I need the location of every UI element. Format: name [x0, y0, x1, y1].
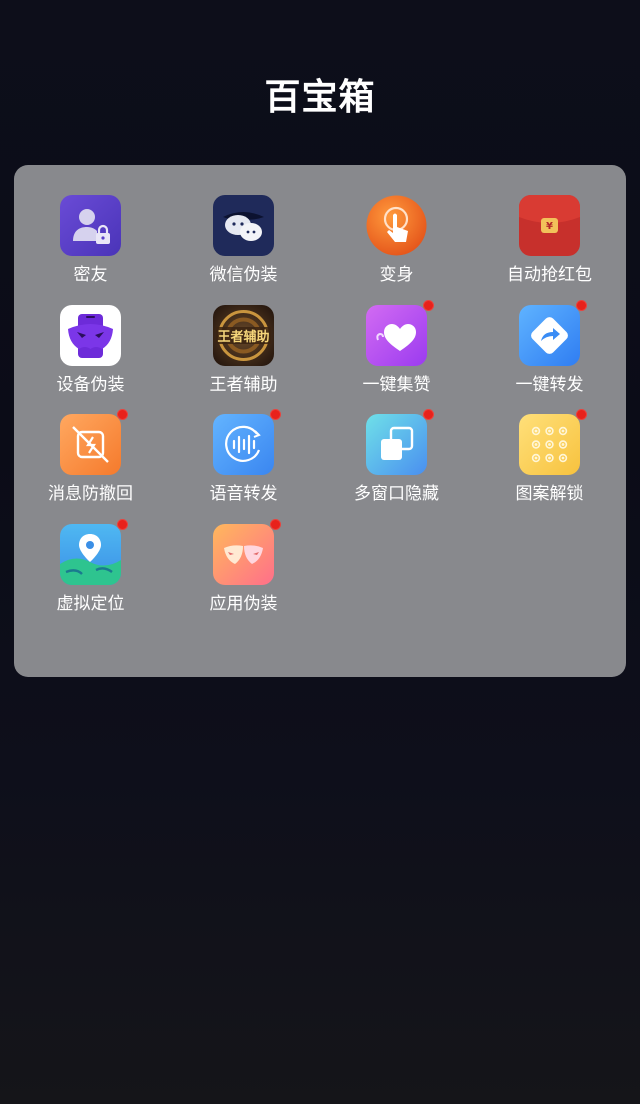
- app-label: 自动抢红包: [507, 265, 592, 285]
- app-multi-window-hide[interactable]: 多窗口隐藏: [320, 409, 473, 523]
- app-forward[interactable]: 一键转发: [473, 299, 626, 414]
- svg-text:¥: ¥: [546, 221, 553, 232]
- app-label: 应用伪装: [209, 593, 278, 614]
- app-label: 图案解锁: [515, 484, 584, 504]
- wechat-disguise-icon: [213, 195, 274, 256]
- no-recall-icon: [60, 414, 121, 475]
- pattern-unlock-icon: [519, 414, 580, 475]
- mask-phone-icon: [60, 304, 121, 366]
- app-pattern-unlock[interactable]: 图案解锁: [473, 409, 626, 523]
- app-grid: 密友 微信伪装 变身 ¥ 自动抢红包 设备伪装 王者辅助 王者辅助 一键集赞 一…: [14, 195, 626, 633]
- page-title: 百宝箱: [264, 77, 376, 118]
- app-game-assist[interactable]: 王者辅助 王者辅助: [167, 304, 320, 414]
- notification-badge: [117, 409, 128, 420]
- app-label: 王者辅助: [209, 374, 278, 395]
- notification-badge: [423, 409, 434, 420]
- app-label: 微信伪装: [209, 265, 278, 285]
- app-label: 一键集赞: [362, 374, 431, 395]
- app-label: 多窗口隐藏: [354, 484, 439, 504]
- game-assist-text: 王者辅助: [217, 329, 269, 345]
- user-lock-icon: [60, 195, 121, 256]
- red-envelope-icon: ¥: [519, 195, 580, 256]
- notification-badge: [423, 299, 434, 311]
- app-label: 消息防撤回: [48, 484, 133, 504]
- notification-badge: [576, 409, 587, 420]
- game-assist-icon: 王者辅助: [213, 304, 274, 366]
- app-anti-recall[interactable]: 消息防撤回: [14, 409, 167, 523]
- touch-finger-icon: [366, 195, 427, 256]
- app-red-envelope[interactable]: ¥ 自动抢红包: [473, 195, 626, 304]
- app-device-disguise[interactable]: 设备伪装: [14, 304, 167, 414]
- toolbox-panel: 密友 微信伪装 变身 ¥ 自动抢红包 设备伪装 王者辅助 王者辅助 一键集赞 一…: [14, 165, 626, 677]
- app-label: 密友: [73, 265, 108, 285]
- voice-wave-icon: [213, 414, 274, 475]
- app-transform[interactable]: 变身: [320, 195, 473, 304]
- app-label: 变身: [379, 265, 414, 285]
- app-label: 设备伪装: [56, 374, 125, 395]
- app-app-disguise[interactable]: 应用伪装: [167, 518, 320, 633]
- app-mask-icon: [213, 523, 274, 585]
- forward-arrow-icon: [519, 304, 580, 366]
- multi-window-icon: [366, 414, 427, 475]
- app-wechat-disguise[interactable]: 微信伪装: [167, 195, 320, 304]
- heart-like-icon: [366, 304, 427, 366]
- notification-badge: [576, 299, 587, 311]
- location-pin-icon: [60, 523, 121, 585]
- app-collect-likes[interactable]: 一键集赞: [320, 299, 473, 414]
- app-label: 语音转发: [209, 484, 278, 504]
- notification-badge: [270, 518, 281, 530]
- app-label: 一键转发: [515, 374, 584, 395]
- app-miyou[interactable]: 密友: [14, 195, 167, 304]
- app-virtual-location[interactable]: 虚拟定位: [14, 518, 167, 633]
- app-voice-forward[interactable]: 语音转发: [167, 409, 320, 523]
- app-label: 虚拟定位: [56, 593, 125, 614]
- notification-badge: [270, 409, 281, 420]
- notification-badge: [117, 518, 128, 530]
